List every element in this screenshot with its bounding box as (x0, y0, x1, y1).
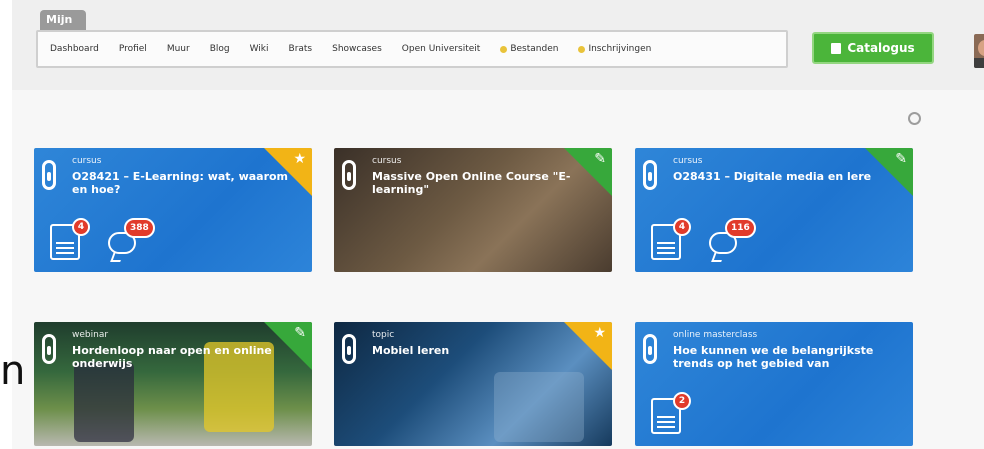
course-card[interactable]: cursus O28421 – E-Learning: wat, waarom … (34, 148, 312, 272)
card-title: Hoe kunnen we de belangrijkste trends op… (673, 344, 874, 370)
gear-icon[interactable] (908, 112, 921, 125)
yellow-dot-icon (578, 45, 586, 53)
user-avatar[interactable] (974, 34, 984, 68)
star-icon[interactable]: ★ (593, 325, 606, 341)
nav-dashboard[interactable]: Dashboard (50, 44, 99, 54)
news-count-badge: 2 (673, 392, 691, 410)
course-card[interactable]: online masterclass Hoe kunnen we de bela… (635, 322, 913, 446)
nav-inschrijvingen-label: Inschrijvingen (588, 44, 652, 54)
lock-icon (342, 334, 356, 364)
nav-open-universiteit[interactable]: Open Universiteit (402, 44, 481, 54)
catalogus-label: Catalogus (847, 41, 915, 55)
comment-count-badge: 116 (725, 218, 756, 238)
yellow-dot-icon (500, 45, 508, 53)
lock-icon (643, 160, 657, 190)
course-card[interactable]: cursus Massive Open Online Course "E-lea… (334, 148, 612, 272)
pencil-icon[interactable]: ✎ (294, 325, 306, 341)
nav-muur[interactable]: Muur (167, 44, 190, 54)
card-type: cursus (372, 156, 402, 166)
nav-blog[interactable]: Blog (210, 44, 230, 54)
nav-brats[interactable]: Brats (289, 44, 313, 54)
card-type: cursus (673, 156, 703, 166)
nav-profiel[interactable]: Profiel (119, 44, 147, 54)
comment-count-badge: 388 (124, 218, 155, 238)
lock-icon (42, 160, 56, 190)
nav-bestanden[interactable]: Bestanden (500, 44, 558, 54)
course-card[interactable]: topic Mobiel leren ★ (334, 322, 612, 446)
mijn-tab[interactable]: Mijn (40, 10, 86, 30)
nav-showcases[interactable]: Showcases (332, 44, 382, 54)
course-card[interactable]: cursus O28431 – Digitale media en lere ✎… (635, 148, 913, 272)
top-bar: Mijn Dashboard Profiel Muur Blog Wiki Br… (12, 0, 984, 90)
news-count-badge: 4 (72, 218, 90, 236)
nav-bestanden-label: Bestanden (510, 44, 559, 54)
card-type: webinar (72, 330, 109, 340)
nav-inschrijvingen[interactable]: Inschrijvingen (578, 44, 651, 54)
course-card[interactable]: webinar Hordenloop naar open en online o… (34, 322, 312, 446)
star-icon[interactable]: ★ (293, 151, 306, 167)
lock-icon (42, 334, 56, 364)
card-type: topic (372, 330, 395, 340)
runner-photo (74, 362, 134, 442)
card-type: cursus (72, 156, 102, 166)
book-icon (831, 42, 842, 54)
lock-icon (643, 334, 657, 364)
pencil-icon[interactable]: ✎ (895, 151, 907, 167)
card-type: online masterclass (673, 330, 758, 340)
pencil-icon[interactable]: ✎ (594, 151, 606, 167)
news-count-badge: 4 (673, 218, 691, 236)
main-nav: Dashboard Profiel Muur Blog Wiki Brats S… (36, 30, 788, 68)
hand-photo (494, 372, 584, 442)
catalogus-button[interactable]: Catalogus (812, 32, 934, 64)
nav-wiki[interactable]: Wiki (250, 44, 269, 54)
page: Mijn Dashboard Profiel Muur Blog Wiki Br… (12, 0, 984, 449)
lock-icon (342, 160, 356, 190)
cropped-text: n (0, 348, 26, 394)
